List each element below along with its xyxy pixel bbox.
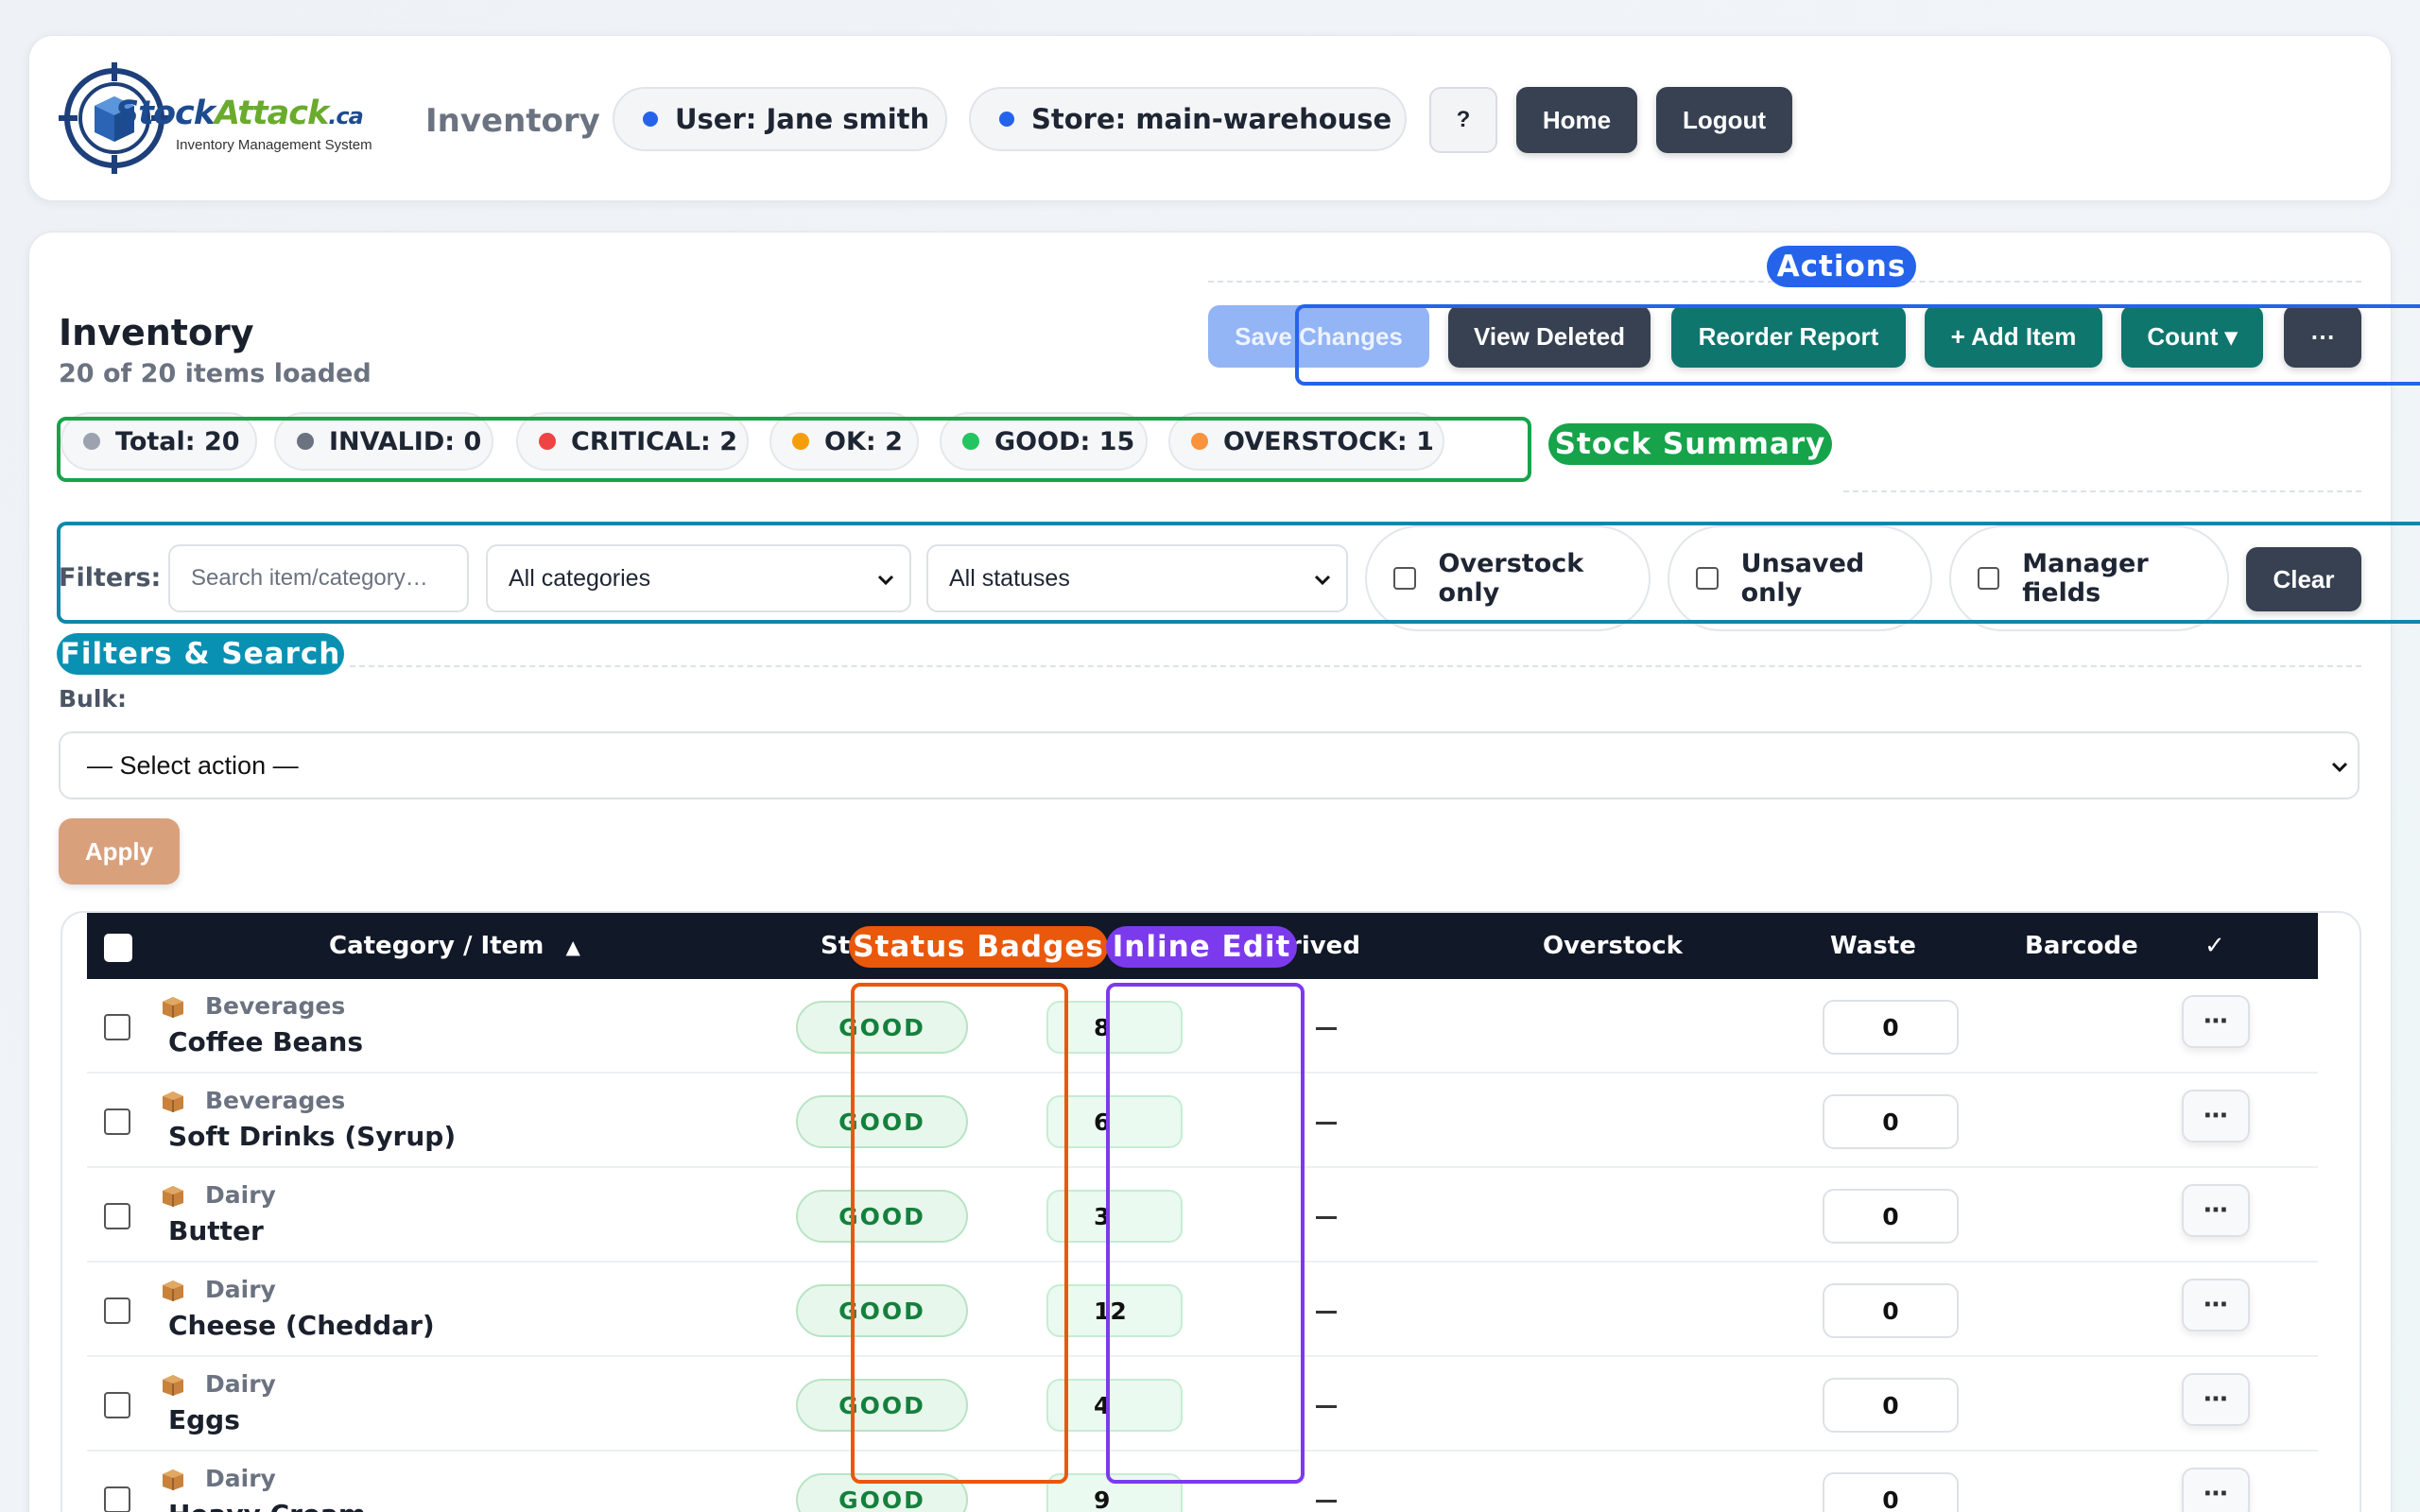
row-category: Dairy xyxy=(205,1370,276,1398)
row-more-button[interactable]: ⋯ xyxy=(2182,1373,2250,1426)
filters-search-tag: Filters & Search xyxy=(57,633,344,675)
row-more-button[interactable]: ⋯ xyxy=(2182,1468,2250,1512)
column-category-item-label: Category / Item xyxy=(329,932,544,960)
row-item-name: Butter xyxy=(168,1215,264,1246)
row-more-button[interactable]: ⋯ xyxy=(2182,1184,2250,1237)
chevron-down-icon xyxy=(2331,762,2348,773)
column-waste[interactable]: Waste xyxy=(1830,932,1916,960)
row-checkbox[interactable] xyxy=(104,1486,130,1512)
sort-asc-icon: ▲ xyxy=(565,936,580,958)
user-status-dot xyxy=(643,112,658,127)
row-category: Dairy xyxy=(205,1465,276,1492)
row-checkbox[interactable] xyxy=(104,1014,130,1040)
store-pill-label: Store: main-warehouse xyxy=(1031,103,1392,135)
filters-highlight xyxy=(57,522,2420,624)
column-category-item[interactable]: Category / Item ▲ xyxy=(329,932,580,960)
logo-wordmark: StockAttack.ca xyxy=(115,94,364,132)
page-label: Inventory xyxy=(425,102,600,140)
store-status-dot xyxy=(999,112,1014,127)
waste-input[interactable]: 0 xyxy=(1823,1378,1959,1433)
waste-input[interactable]: 0 xyxy=(1823,1000,1959,1055)
overstock-empty xyxy=(1316,1216,1337,1219)
package-icon xyxy=(163,997,183,1018)
row-more-button[interactable]: ⋯ xyxy=(2182,1090,2250,1143)
waste-input[interactable]: 0 xyxy=(1823,1283,1959,1338)
column-saved: ✓ xyxy=(2204,932,2225,960)
row-more-button[interactable]: ⋯ xyxy=(2182,1279,2250,1332)
logout-button[interactable]: Logout xyxy=(1656,87,1792,153)
select-all-checkbox[interactable] xyxy=(104,934,132,962)
actions-tag: Actions xyxy=(1767,246,1916,287)
bulk-action-select[interactable]: — Select action — xyxy=(59,731,2360,799)
row-checkbox[interactable] xyxy=(104,1297,130,1324)
package-icon xyxy=(163,1375,183,1396)
row-checkbox[interactable] xyxy=(104,1203,130,1229)
package-icon xyxy=(163,1186,183,1207)
page-title: Inventory xyxy=(59,312,254,353)
row-category: Beverages xyxy=(205,992,346,1020)
items-loaded-text: 20 of 20 items loaded xyxy=(59,359,372,388)
status-badges-tag: Status Badges xyxy=(849,926,1108,968)
overstock-empty xyxy=(1316,1311,1337,1314)
home-button[interactable]: Home xyxy=(1516,87,1637,153)
actions-highlight xyxy=(1295,304,2420,386)
row-category: Dairy xyxy=(205,1181,276,1209)
bulk-label: Bulk: xyxy=(59,685,128,713)
row-item-name: Eggs xyxy=(168,1404,240,1435)
overstock-empty xyxy=(1316,1027,1337,1030)
row-checkbox[interactable] xyxy=(104,1392,130,1418)
help-button[interactable]: ? xyxy=(1429,87,1497,153)
row-checkbox[interactable] xyxy=(104,1108,130,1135)
stock-summary-tag: Stock Summary xyxy=(1548,423,1832,465)
row-category: Dairy xyxy=(205,1276,276,1303)
status-badges-highlight xyxy=(851,983,1068,1484)
bulk-action-value: — Select action — xyxy=(87,750,299,780)
row-item-name: Cheese (Cheddar) xyxy=(168,1310,435,1341)
package-icon xyxy=(163,1469,183,1490)
filters-divider xyxy=(350,665,2361,667)
apply-bulk-button[interactable]: Apply xyxy=(59,818,180,885)
user-pill: User: Jane smith xyxy=(613,87,947,151)
user-pill-label: User: Jane smith xyxy=(675,103,930,135)
overstock-empty xyxy=(1316,1500,1337,1503)
waste-input[interactable]: 0 xyxy=(1823,1189,1959,1244)
column-status[interactable]: St xyxy=(821,932,850,960)
summary-divider xyxy=(1843,490,2361,492)
package-icon xyxy=(163,1280,183,1301)
row-item-name: Heavy Cream xyxy=(168,1499,366,1512)
row-item-name: Coffee Beans xyxy=(168,1026,364,1057)
column-barcode[interactable]: Barcode xyxy=(2025,932,2138,960)
store-pill: Store: main-warehouse xyxy=(969,87,1407,151)
inline-edit-highlight xyxy=(1106,983,1305,1484)
stock-summary-highlight xyxy=(57,417,1531,482)
column-overstock[interactable]: Overstock xyxy=(1543,932,1683,960)
row-more-button[interactable]: ⋯ xyxy=(2182,995,2250,1048)
waste-input[interactable]: 0 xyxy=(1823,1472,1959,1512)
logo-tagline: Inventory Management System xyxy=(176,137,372,153)
waste-input[interactable]: 0 xyxy=(1823,1094,1959,1149)
row-item-name: Soft Drinks (Syrup) xyxy=(168,1121,457,1152)
row-category: Beverages xyxy=(205,1087,346,1114)
package-icon xyxy=(163,1091,183,1112)
overstock-empty xyxy=(1316,1405,1337,1408)
overstock-empty xyxy=(1316,1122,1337,1125)
inline-edit-tag: Inline Edit xyxy=(1106,926,1297,968)
column-received[interactable]: rived xyxy=(1289,932,1360,960)
